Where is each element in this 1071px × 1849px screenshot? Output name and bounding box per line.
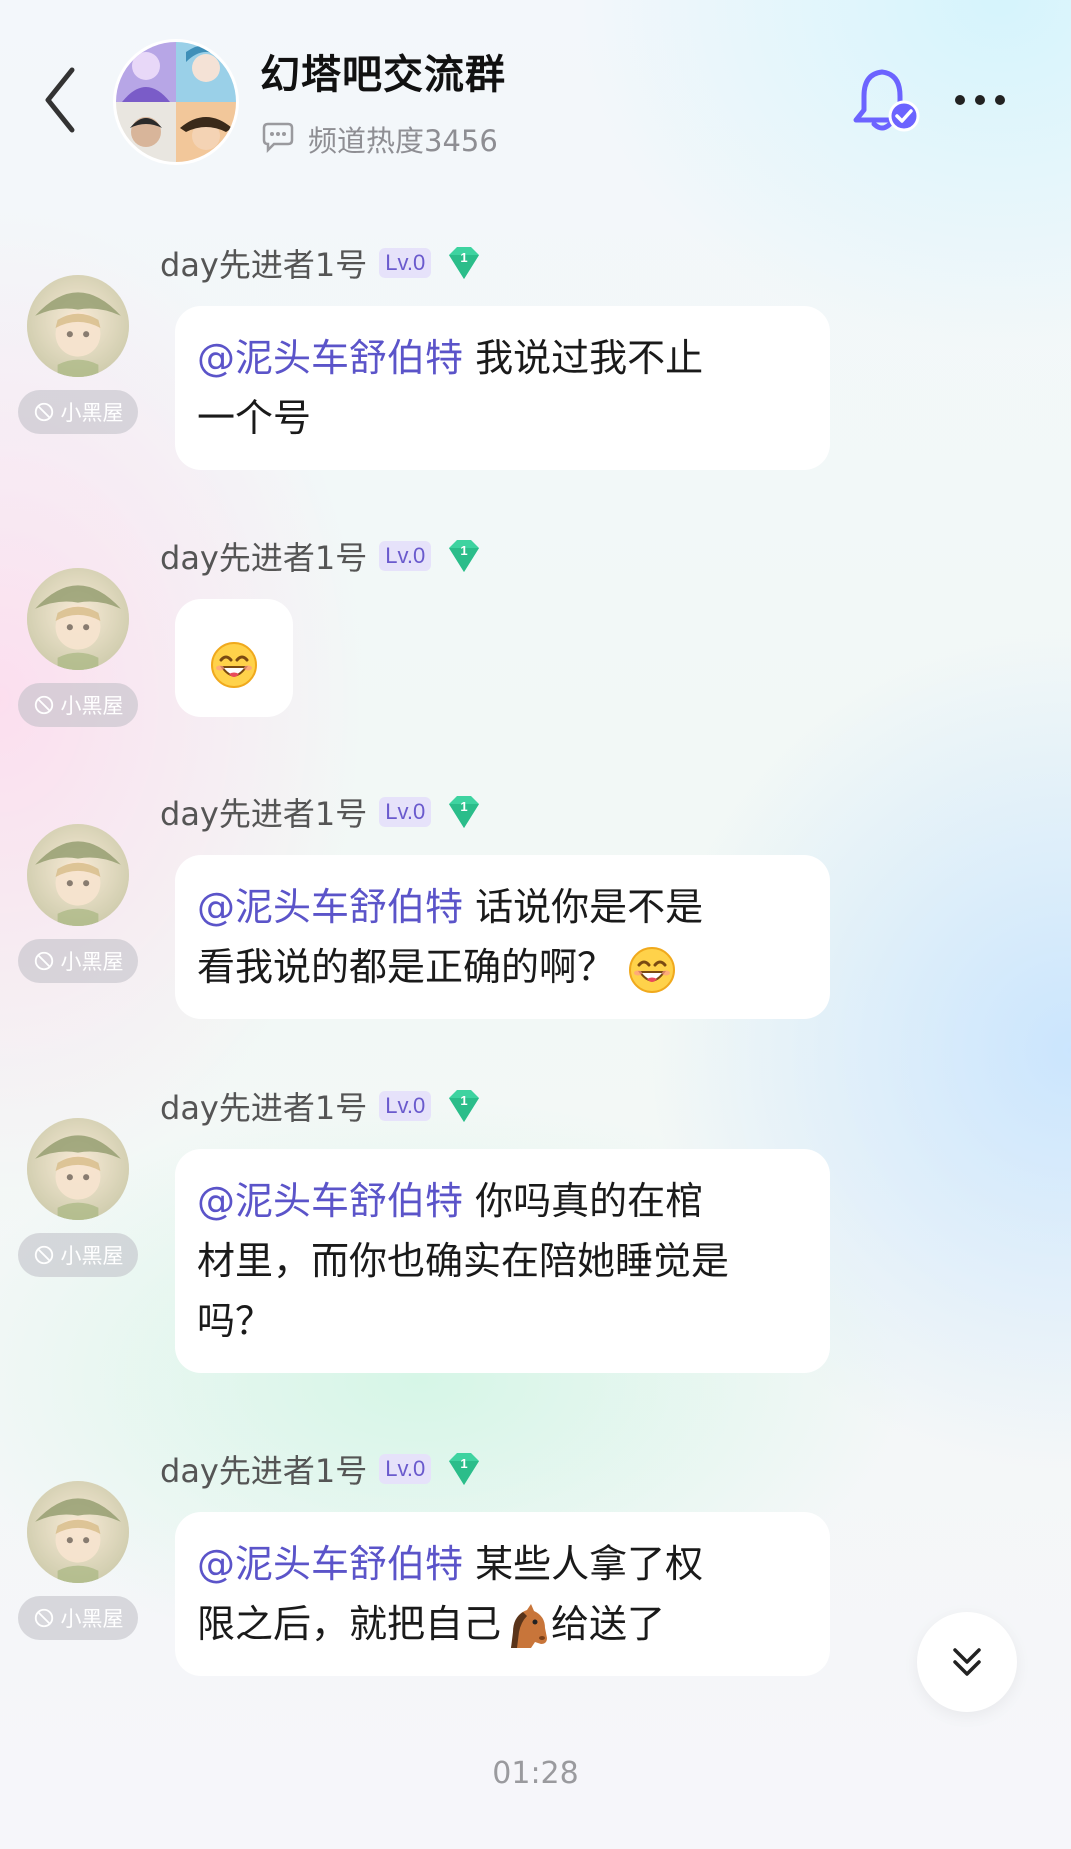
jail-badge: 小黑屋 — [18, 939, 138, 983]
message-bubble[interactable] — [175, 599, 293, 717]
gem-badge-icon — [443, 794, 485, 830]
sender-line: day先进者1号 Lv.0 — [160, 533, 485, 579]
jail-label: 小黑屋 — [60, 950, 124, 974]
level-badge: Lv.0 — [379, 1454, 432, 1484]
jail-badge: 小黑屋 — [18, 1233, 138, 1277]
avatar[interactable] — [27, 1481, 129, 1583]
gem-badge-icon — [443, 538, 485, 574]
group-avatar-tile — [116, 42, 176, 102]
channel-heat: 频道热度3456 — [260, 118, 498, 160]
chevron-left-icon — [45, 67, 75, 133]
message-text: 我说过我不止 — [463, 336, 704, 380]
sender-nickname[interactable]: day先进者1号 — [160, 533, 367, 579]
message-text: 话说你是不是 — [463, 885, 704, 929]
sender-line: day先进者1号 Lv.0 — [160, 789, 485, 835]
more-dots-icon — [955, 95, 1005, 105]
mention-link[interactable]: @泥头车舒伯特 — [197, 885, 463, 929]
heat-label: 频道热度3456 — [308, 124, 498, 158]
page-title: 幻塔吧交流群 — [260, 52, 506, 98]
message-text: 某些人拿了权 — [463, 1542, 704, 1586]
ban-icon — [33, 1244, 55, 1266]
message-bubble[interactable]: @泥头车舒伯特 某些人拿了权 限之后，就把自己 给送了 — [175, 1512, 830, 1676]
message-text: 限之后，就把自己 — [197, 1602, 502, 1646]
gem-badge-icon — [443, 1088, 485, 1124]
group-avatar-tile — [176, 102, 236, 162]
message-text: 吗？ — [197, 1299, 274, 1343]
message-text: 给送了 — [551, 1602, 666, 1646]
more-options-button[interactable] — [950, 76, 1010, 124]
jail-badge: 小黑屋 — [18, 683, 138, 727]
message-bubble[interactable]: @泥头车舒伯特 你吗真的在棺 材里，而你也确实在陪她睡觉是 吗？ — [175, 1149, 830, 1373]
level-badge: Lv.0 — [379, 1091, 432, 1121]
jail-label: 小黑屋 — [60, 694, 124, 718]
message-text: 看我说的都是正确的啊？ — [197, 945, 616, 989]
jail-label: 小黑屋 — [60, 401, 124, 425]
sender-nickname[interactable]: day先进者1号 — [160, 1083, 367, 1129]
level-badge: Lv.0 — [379, 797, 432, 827]
message-bubble[interactable]: @泥头车舒伯特 话说你是不是 看我说的都是正确的啊？ — [175, 855, 830, 1019]
avatar[interactable] — [27, 568, 129, 670]
group-avatar-tile — [116, 102, 176, 162]
avatar[interactable] — [27, 1118, 129, 1220]
grin-emoji — [209, 640, 259, 690]
mention-link[interactable]: @泥头车舒伯特 — [197, 1542, 463, 1586]
timestamp: 01:28 — [492, 1756, 579, 1791]
group-avatar[interactable] — [116, 42, 236, 162]
ban-icon — [33, 950, 55, 972]
message-text: 一个号 — [197, 396, 312, 440]
sender-nickname[interactable]: day先进者1号 — [160, 240, 367, 286]
sender-nickname[interactable]: day先进者1号 — [160, 789, 367, 835]
ban-icon — [33, 1607, 55, 1629]
ban-icon — [33, 694, 55, 716]
ban-icon — [33, 401, 55, 423]
sender-line: day先进者1号 Lv.0 — [160, 240, 485, 286]
gem-badge-icon — [443, 245, 485, 281]
sender-line: day先进者1号 Lv.0 — [160, 1083, 485, 1129]
level-badge: Lv.0 — [379, 541, 432, 571]
mention-link[interactable]: @泥头车舒伯特 — [197, 336, 463, 380]
level-badge: Lv.0 — [379, 248, 432, 278]
jail-badge: 小黑屋 — [18, 1596, 138, 1640]
avatar[interactable] — [27, 824, 129, 926]
jail-badge: 小黑屋 — [18, 390, 138, 434]
double-chevron-down-icon — [953, 1648, 981, 1676]
sender-nickname[interactable]: day先进者1号 — [160, 1446, 367, 1492]
scroll-to-bottom-button[interactable] — [917, 1612, 1017, 1712]
message-text: 你吗真的在棺 — [463, 1179, 704, 1223]
back-button[interactable] — [36, 62, 86, 138]
gem-badge-icon — [443, 1451, 485, 1487]
avatar[interactable] — [27, 275, 129, 377]
group-avatar-tile — [176, 42, 236, 102]
grin-emoji — [627, 945, 677, 995]
mention-link[interactable]: @泥头车舒伯特 — [197, 1179, 463, 1223]
jail-label: 小黑屋 — [60, 1607, 124, 1631]
chat-bubbles-icon — [262, 122, 294, 154]
notification-bell-button[interactable] — [848, 66, 924, 138]
message-text: 材里，而你也确实在陪她睡觉是 — [197, 1239, 730, 1283]
sender-line: day先进者1号 Lv.0 — [160, 1446, 485, 1492]
bell-check-icon — [853, 69, 920, 132]
jail-label: 小黑屋 — [60, 1244, 124, 1268]
horse-emoji — [511, 1603, 548, 1648]
chat-header: 幻塔吧交流群 频道热度3456 — [0, 0, 1071, 200]
message-bubble[interactable]: @泥头车舒伯特 我说过我不止 一个号 — [175, 306, 830, 470]
